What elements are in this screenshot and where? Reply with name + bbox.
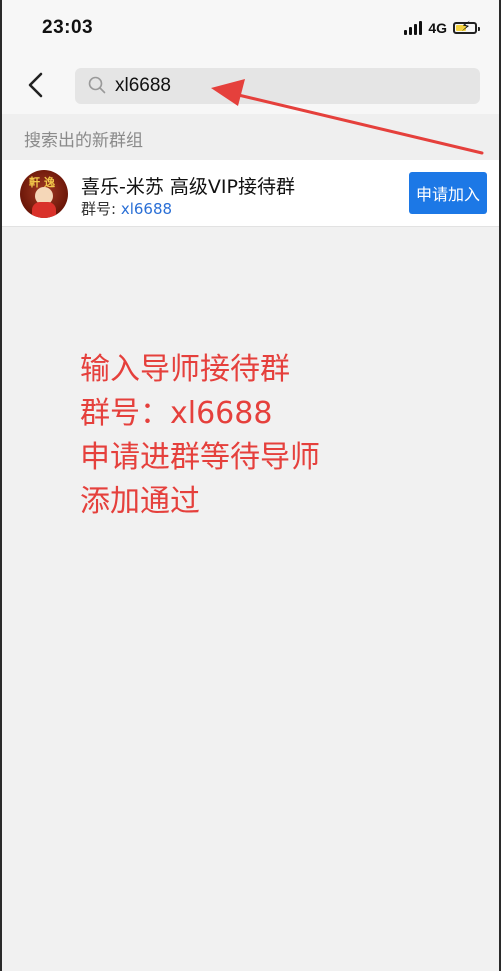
annotation-line: 添加通过 xyxy=(80,484,200,519)
group-id-label: 群号: xyxy=(81,200,121,218)
section-header: 搜索出的新群组 xyxy=(2,114,499,160)
status-icons: 4G ⚡ xyxy=(404,19,480,36)
annotation-text: 输入导师接待群 群号：xl6688 申请进群等待导师 添加通过 xyxy=(80,348,400,524)
annotation-line: 申请进群等待导师 xyxy=(80,440,320,475)
annotation-line: 群号：xl6688 xyxy=(80,396,273,431)
group-id: 群号: xl6688 xyxy=(81,198,172,219)
join-group-button[interactable]: 申请加入 xyxy=(409,172,487,214)
group-result-row[interactable]: 軒逸 喜乐-米苏 高级VIP接待群 群号: xl6688 申请加入 xyxy=(2,160,499,227)
battery-icon: ⚡ xyxy=(453,19,480,35)
search-header xyxy=(2,58,499,114)
search-icon xyxy=(88,76,106,94)
network-type: 4G xyxy=(428,20,447,36)
signal-icon xyxy=(404,21,423,35)
group-name: 喜乐-米苏 高级VIP接待群 xyxy=(81,176,295,198)
search-box[interactable] xyxy=(75,68,480,104)
section-title: 搜索出的新群组 xyxy=(24,131,143,151)
search-input[interactable] xyxy=(115,68,445,104)
status-bar: 23:03 4G ⚡ xyxy=(2,0,499,58)
chevron-left-icon[interactable] xyxy=(20,68,54,102)
annotation-line: 输入导师接待群 xyxy=(80,352,290,387)
status-time: 23:03 xyxy=(42,17,94,38)
group-id-value: xl6688 xyxy=(120,200,173,218)
group-avatar: 軒逸 xyxy=(20,170,68,218)
